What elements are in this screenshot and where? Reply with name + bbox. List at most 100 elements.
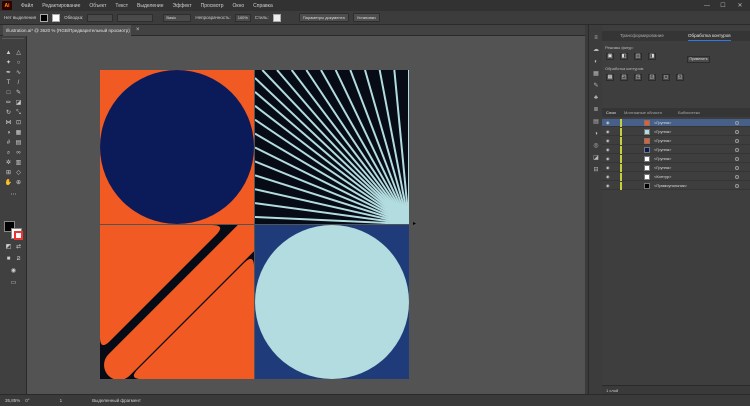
menu-select[interactable]: Выделение (137, 3, 164, 9)
zoom-level[interactable]: 35,85% (5, 398, 20, 403)
tab-libraries[interactable]: Библиотеки (678, 108, 700, 117)
draw-mode-icon[interactable]: ◉ (9, 268, 18, 275)
target-circle-icon[interactable] (735, 157, 739, 161)
visibility-eye-icon[interactable]: ◉ (606, 129, 610, 134)
visibility-eye-icon[interactable]: ◉ (606, 147, 610, 152)
selection-tool-icon[interactable]: ▲ (4, 50, 13, 57)
visibility-eye-icon[interactable]: ◉ (606, 156, 610, 161)
symbol-sprayer-tool-icon[interactable]: ✲ (4, 160, 13, 167)
symbols-icon[interactable]: ♣ (592, 95, 600, 102)
top-left-quadrant[interactable] (100, 70, 254, 224)
minimize-button[interactable]: — (700, 0, 714, 11)
visibility-eye-icon[interactable]: ◉ (606, 174, 610, 179)
preferences-button[interactable]: Установки (352, 13, 380, 22)
width-tool-icon[interactable]: ⋈ (4, 120, 13, 127)
stroke-panel-icon[interactable]: ≣ (592, 107, 600, 114)
default-colors-icon[interactable]: ◩ (4, 244, 13, 251)
tab-transform[interactable]: Трансформирование (620, 31, 664, 41)
menu-help[interactable]: Справка (253, 3, 273, 9)
tab-artboards[interactable]: Монтажные области (624, 108, 662, 117)
graphic-style-field[interactable]: Basic (163, 13, 192, 22)
rotation-value[interactable]: 0° (25, 398, 29, 403)
minus-front-button[interactable]: ◧ (620, 53, 628, 60)
stroke-color-swatch[interactable] (52, 13, 61, 22)
eyedropper-tool-icon[interactable]: ⌕ (4, 150, 13, 157)
target-circle-icon[interactable] (735, 130, 739, 134)
transparency-icon[interactable]: ◑ (592, 131, 600, 138)
layer-row[interactable]: ◉ <Прямоугольник> (602, 182, 750, 190)
visibility-eye-icon[interactable]: ◉ (606, 165, 610, 170)
perspective-grid-tool-icon[interactable]: ▦ (14, 130, 23, 137)
menu-object[interactable]: Объект (89, 3, 106, 9)
zoom-tool-icon[interactable]: ⊕ (14, 180, 23, 187)
layer-row[interactable]: ◉ <Группа> (602, 146, 750, 154)
menu-type[interactable]: Текст (115, 3, 128, 9)
color-icon[interactable]: ◐ (592, 59, 600, 66)
target-circle-icon[interactable] (735, 175, 739, 179)
type-tool-icon[interactable]: T (4, 80, 13, 87)
top-right-quadrant[interactable] (255, 70, 409, 224)
intersect-button[interactable]: ◫ (634, 53, 642, 60)
maximize-button[interactable]: ☐ (716, 0, 730, 11)
unite-button[interactable]: ▣ (606, 53, 614, 60)
visibility-eye-icon[interactable]: ◉ (606, 138, 610, 143)
layer-row[interactable]: ◉ <Группа> (602, 164, 750, 172)
more-tools-icon[interactable]: ⋯ (9, 192, 18, 199)
screen-mode-icon[interactable]: ▭ (9, 280, 18, 287)
pencil-tool-icon[interactable]: ✏ (4, 100, 13, 107)
variable-width-field[interactable] (117, 13, 154, 22)
appearance-icon[interactable]: ◎ (592, 143, 600, 150)
swap-colors-icon[interactable]: ⇄ (14, 244, 23, 251)
slice-tool-icon[interactable]: ◇ (14, 170, 23, 177)
toolbar-grip[interactable] (2, 38, 24, 41)
style-swatch[interactable] (272, 13, 281, 22)
layer-row[interactable]: ◉ <Группа> (602, 128, 750, 136)
libraries-icon[interactable]: ☁ (592, 47, 600, 54)
menu-edit[interactable]: Редактирование (42, 3, 80, 9)
stroke-swatch[interactable] (11, 228, 23, 240)
none-color-icon[interactable]: ⧄ (14, 256, 23, 263)
blend-tool-icon[interactable]: ∞ (14, 150, 23, 157)
layer-row[interactable]: ◉ <Контур> (602, 173, 750, 181)
color-mode-icon[interactable]: ■ (4, 256, 13, 263)
layer-row[interactable]: ◉ <Группа> (602, 119, 750, 127)
line-tool-icon[interactable]: / (14, 80, 23, 87)
menu-file[interactable]: Файл (21, 3, 33, 9)
document-tab[interactable]: Illustration.ai* @ 3620 % (RGB/Предварит… (3, 25, 131, 36)
merge-button[interactable]: ◳ (634, 74, 642, 81)
fill-color-swatch[interactable] (40, 13, 49, 22)
layer-row[interactable]: ◉ <Группа> (602, 155, 750, 163)
target-circle-icon[interactable] (735, 148, 739, 152)
magic-wand-tool-icon[interactable]: ✦ (4, 60, 13, 67)
outline-button[interactable]: ◻ (662, 74, 670, 81)
visibility-eye-icon[interactable]: ◉ (606, 183, 610, 188)
artboard-number[interactable]: 1 (60, 398, 63, 403)
free-transform-tool-icon[interactable]: ⊡ (14, 120, 23, 127)
gradient-panel-icon[interactable]: ▤ (592, 119, 600, 126)
tab-pathfinder[interactable]: Обработка контуров (688, 31, 731, 41)
eraser-tool-icon[interactable]: ◪ (14, 100, 23, 107)
minus-back-button[interactable]: ◱ (676, 74, 684, 81)
divide-button[interactable]: ▦ (606, 74, 614, 81)
swatches-icon[interactable]: ▦ (592, 71, 600, 78)
trim-button[interactable]: ◰ (620, 74, 628, 81)
scale-tool-icon[interactable]: ⤡ (14, 110, 23, 117)
crop-button[interactable]: ◲ (648, 74, 656, 81)
rotate-tool-icon[interactable]: ↻ (4, 110, 13, 117)
brushes-icon[interactable]: ✎ (592, 83, 600, 90)
target-circle-icon[interactable] (735, 184, 739, 188)
target-circle-icon[interactable] (735, 139, 739, 143)
close-window-button[interactable]: ✕ (733, 0, 747, 11)
shape-builder-tool-icon[interactable]: ◑ (4, 130, 13, 137)
bottom-right-quadrant[interactable] (255, 225, 409, 379)
menu-view[interactable]: Просмотр (201, 3, 224, 9)
lasso-tool-icon[interactable]: ○ (14, 60, 23, 67)
pen-tool-icon[interactable]: ✒ (4, 70, 13, 77)
artboard-tool-icon[interactable]: ⊞ (4, 170, 13, 177)
close-tab-icon[interactable]: × (136, 25, 140, 36)
paintbrush-tool-icon[interactable]: ✎ (14, 90, 23, 97)
bottom-left-quadrant[interactable] (100, 202, 282, 379)
target-circle-icon[interactable] (735, 121, 739, 125)
artwork[interactable] (100, 70, 409, 379)
menu-window[interactable]: Окно (233, 3, 245, 9)
